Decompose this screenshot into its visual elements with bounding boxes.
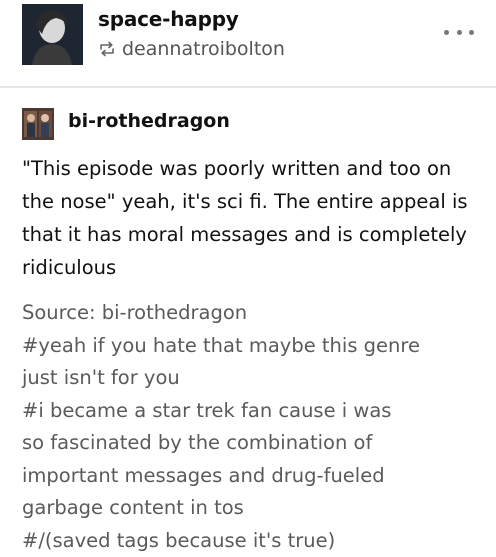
tag-line[interactable]: so fascinated by the combination of (22, 427, 492, 460)
ellipsis-dot (457, 30, 462, 35)
post-header: space-happy deannatroibolton (0, 0, 496, 82)
tag-line[interactable]: #i became a star trek fan cause i was (22, 395, 492, 428)
tag-line[interactable]: garbage content in tos (22, 492, 492, 525)
reblogged-from-name[interactable]: deannatroibolton (122, 38, 285, 60)
reblog-icon (98, 40, 116, 58)
tag-line[interactable]: important messages and drug-fueled (22, 460, 492, 493)
avatar[interactable] (22, 4, 83, 65)
tag-line[interactable]: #/(saved tags because it's true) (22, 525, 492, 557)
more-options-button[interactable] (444, 22, 474, 42)
tag-line[interactable]: #yeah if you hate that maybe this genre (22, 330, 492, 363)
post-text: "This episode was poorly written and too… (22, 152, 482, 284)
post-footer: Source: bi-rothedragon #yeah if you hate… (22, 297, 492, 557)
post-body: "This episode was poorly written and too… (22, 152, 482, 284)
source-author[interactable]: bi-rothedragon (68, 110, 230, 132)
ellipsis-dot (469, 30, 474, 35)
reblogged-from: deannatroibolton (98, 38, 285, 60)
source-line[interactable]: Source: bi-rothedragon (22, 297, 492, 330)
ellipsis-icon (444, 30, 449, 35)
source-avatar[interactable] (22, 108, 54, 140)
tag-line[interactable]: just isn't for you (22, 362, 492, 395)
divider (0, 86, 496, 88)
blog-name[interactable]: space-happy (98, 7, 239, 31)
